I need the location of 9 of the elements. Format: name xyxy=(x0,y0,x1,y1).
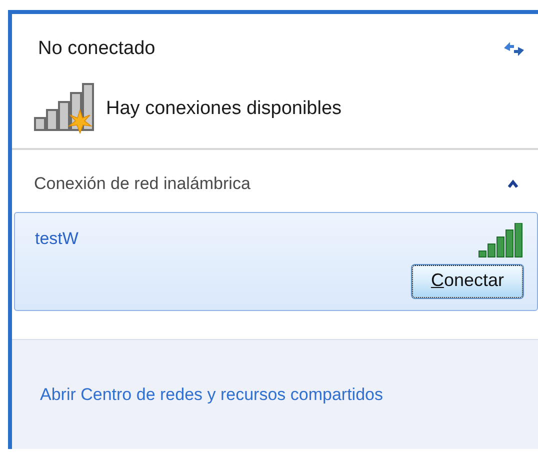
signal-icon xyxy=(477,223,523,259)
caret-icon[interactable] xyxy=(506,179,520,189)
network-item[interactable]: testW Conectar xyxy=(14,212,538,311)
status-message: Hay conexiones disponibles xyxy=(106,98,342,121)
section-title: Conexión de red inalámbrica xyxy=(34,174,250,194)
connect-button[interactable]: Conectar xyxy=(412,265,523,298)
network-center-link[interactable]: Abrir Centro de redes y recursos compartidos xyxy=(40,384,383,404)
network-name: testW xyxy=(35,229,78,249)
status-title: No conectado xyxy=(38,38,156,60)
